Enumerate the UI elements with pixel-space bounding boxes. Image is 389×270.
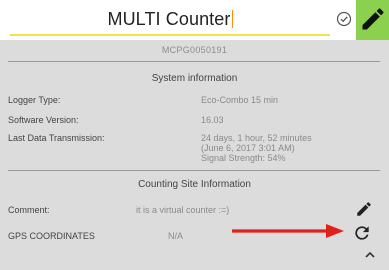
- serial-number: MCPG0050191: [161, 45, 228, 55]
- check-circle-icon[interactable]: [336, 11, 352, 27]
- software-version-value: 16.03: [201, 115, 224, 125]
- red-arrow-annotation: [232, 224, 344, 243]
- divider: [8, 61, 380, 62]
- last-transmission-date: (June 6, 2017 3:01 AM): [201, 143, 295, 153]
- system-info-title: System information: [151, 73, 238, 84]
- details-panel: MCPG0050191 System information Logger Ty…: [0, 40, 389, 270]
- refresh-icon[interactable]: [352, 223, 372, 248]
- last-transmission-duration: 24 days, 1 hour, 52 minutes: [201, 133, 312, 143]
- chevron-up-icon[interactable]: [364, 247, 376, 265]
- edit-button[interactable]: [356, 0, 389, 40]
- logger-type-label: Logger Type:: [8, 95, 61, 105]
- comment-value: it is a virtual counter :=): [136, 205, 230, 215]
- counter-name-input[interactable]: MULTI Counter: [10, 4, 330, 36]
- last-transmission-label: Last Data Transmission:: [8, 133, 105, 143]
- logger-type-value: Eco-Combo 15 min: [201, 95, 279, 105]
- text-cursor: [231, 10, 233, 28]
- counting-site-title: Counting Site Information: [138, 179, 251, 190]
- signal-strength: Signal Strength: 54%: [201, 153, 286, 163]
- gps-label: GPS COORDINATES: [8, 231, 95, 241]
- gps-value: N/A: [168, 231, 184, 241]
- counter-name-text: MULTI Counter: [107, 9, 231, 29]
- edit-comment-icon[interactable]: [355, 200, 373, 223]
- divider: [8, 170, 380, 171]
- comment-label: Comment:: [8, 205, 50, 215]
- software-version-label: Software Version:: [8, 115, 79, 125]
- header-bar: MULTI Counter: [0, 0, 389, 40]
- pencil-icon: [362, 8, 384, 30]
